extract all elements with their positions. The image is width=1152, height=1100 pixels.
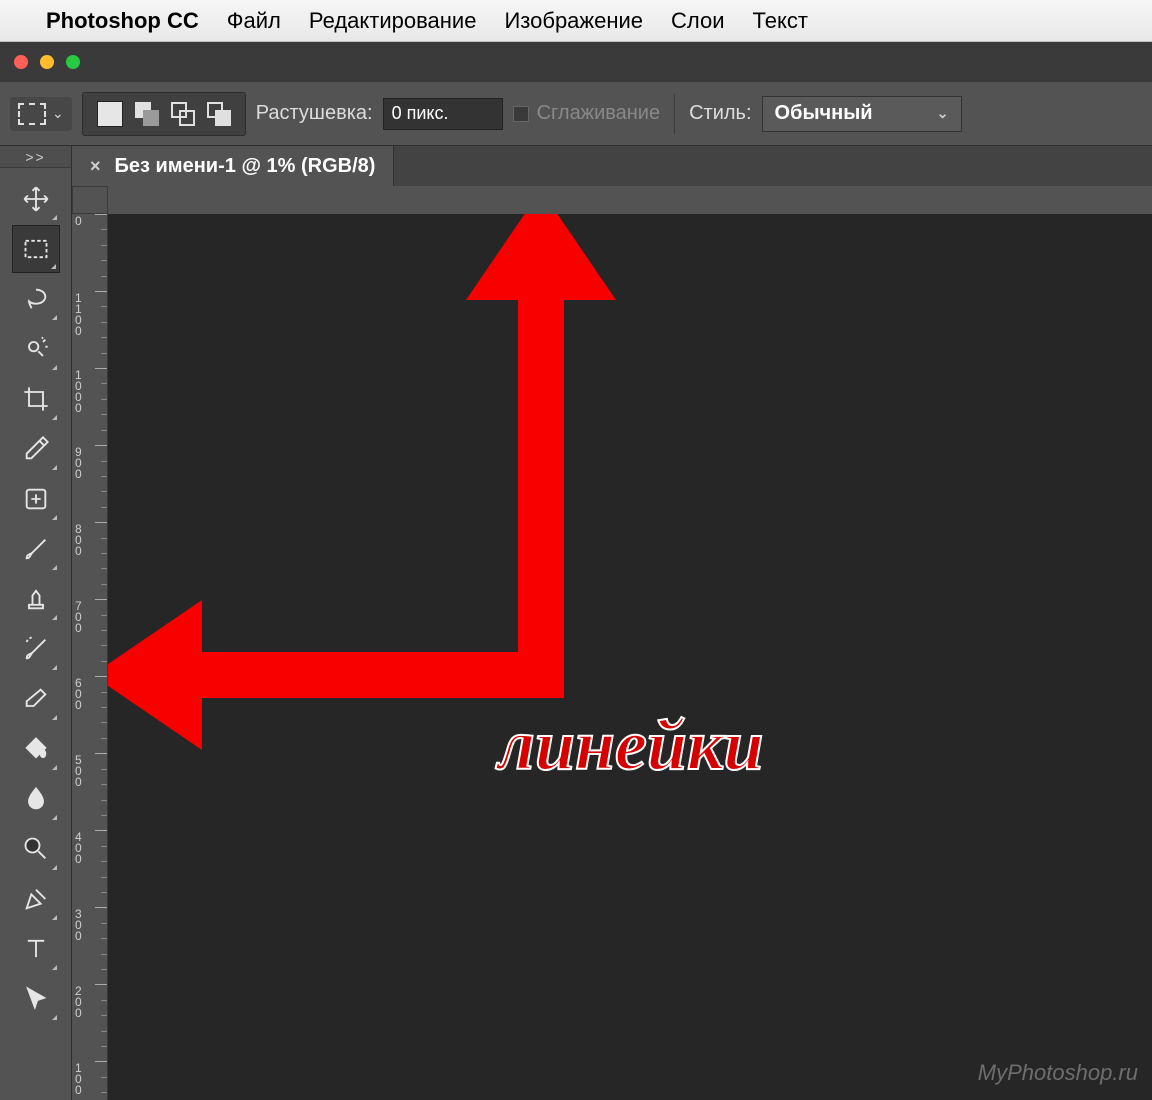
options-bar: ⌄ Растушевка: Сглаживание Стиль: Обычный… [0,82,1152,146]
selection-mode-group [82,92,246,136]
antialias-row: Сглаживание [513,102,661,125]
quick-selection-tool[interactable] [12,325,60,373]
path-selection-tool[interactable] [12,975,60,1023]
paint-bucket-tool[interactable] [12,725,60,773]
menu-file[interactable]: Файл [227,8,281,34]
add-to-selection-icon[interactable] [135,102,159,126]
style-dropdown[interactable]: Обычный ⌄ [762,96,962,132]
separator [674,94,675,134]
document-tab-title: Без имени-1 @ 1% (RGB/8) [115,155,376,178]
move-tool[interactable] [12,175,60,223]
style-label: Стиль: [689,102,751,125]
menu-text[interactable]: Текст [753,8,808,34]
feather-label: Растушевка: [256,102,373,125]
type-tool[interactable] [12,925,60,973]
window-zoom-button[interactable] [66,55,80,69]
eyedropper-tool[interactable] [12,425,60,473]
rectangular-marquee-tool[interactable] [12,225,60,273]
pen-tool[interactable] [12,875,60,923]
antialias-label: Сглаживание [537,102,661,125]
window-minimize-button[interactable] [40,55,54,69]
brush-tool[interactable] [12,525,60,573]
feather-input[interactable] [383,98,503,130]
history-brush-tool[interactable] [12,625,60,673]
document-tab-bar: × Без имени-1 @ 1% (RGB/8) [72,146,1152,186]
macos-menubar: Photoshop CC Файл Редактирование Изображ… [0,0,1152,42]
menu-image[interactable]: Изображение [504,8,643,34]
eraser-tool[interactable] [12,675,60,723]
blur-tool[interactable] [12,775,60,823]
current-tool-indicator[interactable]: ⌄ [10,97,72,131]
dodge-tool[interactable] [12,825,60,873]
healing-brush-tool[interactable] [12,475,60,523]
expand-panel-button[interactable]: >> [0,146,71,168]
menu-layers[interactable]: Слои [671,8,725,34]
annotation-label: линейки [498,704,764,787]
window-close-button[interactable] [14,55,28,69]
watermark: MyPhotoshop.ru [978,1060,1138,1086]
intersect-selection-icon[interactable] [207,102,231,126]
canvas[interactable]: линейки MyPhotoshop.ru [108,214,1152,1100]
document-tab[interactable]: × Без имени-1 @ 1% (RGB/8) [72,146,394,186]
lasso-tool[interactable] [12,275,60,323]
window-titlebar [0,42,1152,82]
style-value: Обычный [775,102,873,125]
subtract-from-selection-icon[interactable] [171,102,195,126]
crop-tool[interactable] [12,375,60,423]
menu-edit[interactable]: Редактирование [309,8,477,34]
chevron-down-icon: ⌄ [937,105,949,122]
new-selection-icon[interactable] [97,101,123,127]
antialias-checkbox[interactable] [513,106,529,122]
tool-panel: >> [0,146,72,1100]
vertical-ruler[interactable]: 01 1 0 01 0 0 09 0 08 0 07 0 06 0 05 0 0… [72,214,108,1100]
marquee-icon [18,103,46,125]
ruler-origin[interactable] [72,186,108,214]
chevron-down-icon: ⌄ [52,105,64,122]
clone-stamp-tool[interactable] [12,575,60,623]
close-tab-icon[interactable]: × [90,156,101,177]
app-name[interactable]: Photoshop CC [46,8,199,34]
